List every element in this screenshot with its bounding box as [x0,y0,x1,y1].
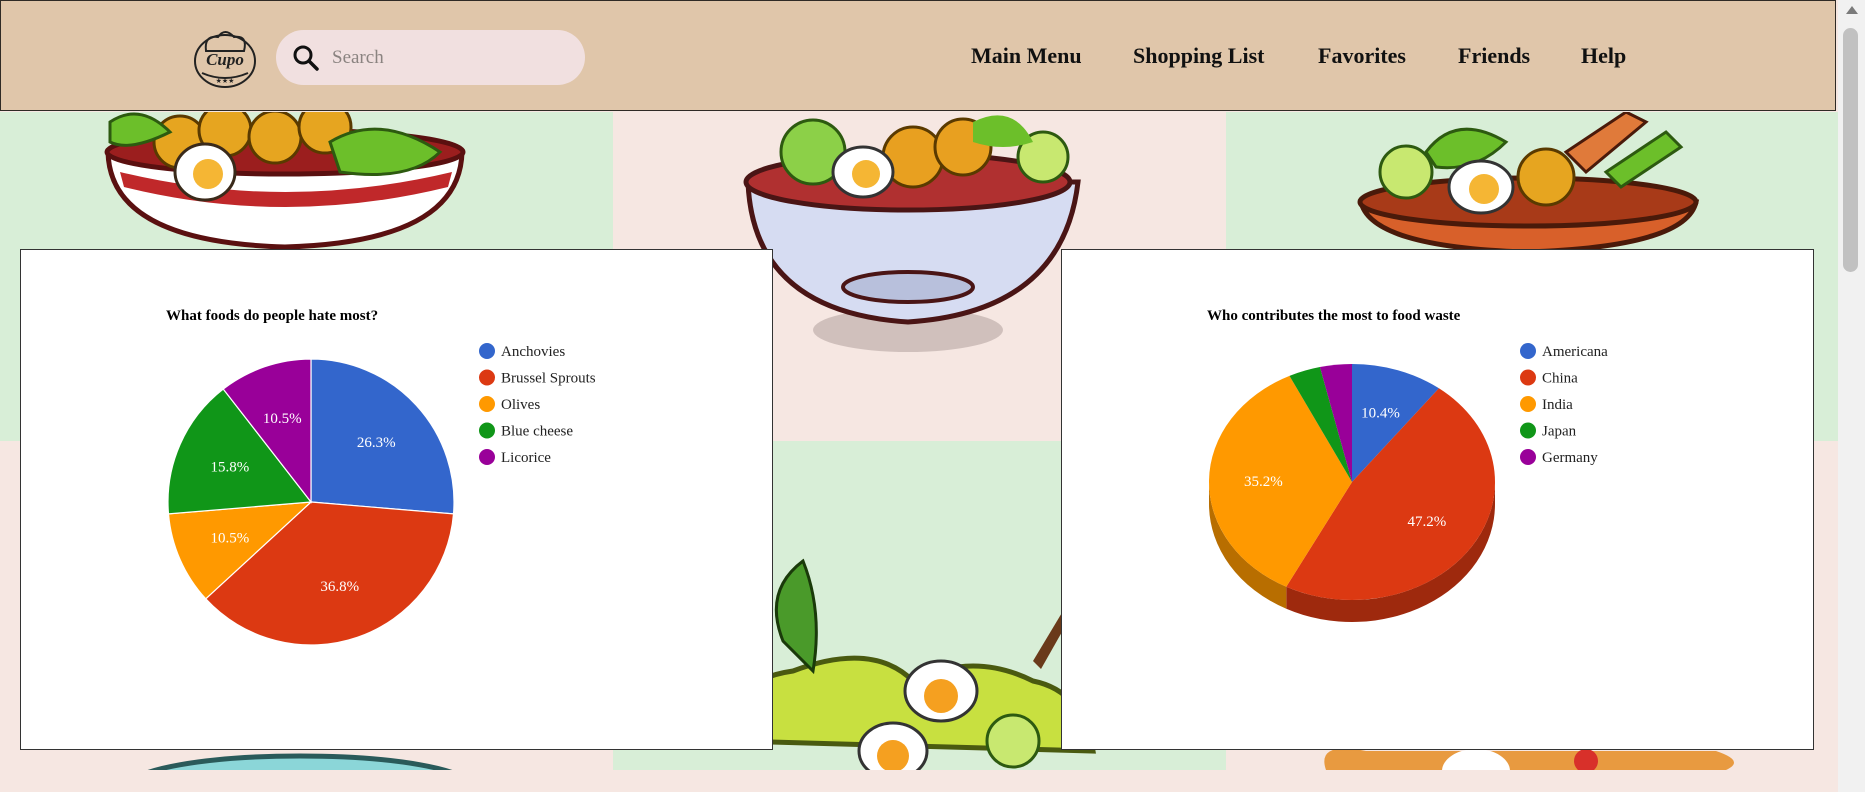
page-scrollbar[interactable] [1838,0,1865,792]
scroll-up-arrow-icon[interactable] [1846,6,1858,14]
cupo-logo[interactable]: Cupo ★★★ [192,25,258,89]
chart-legend: Americana China India Japan Germany [1520,343,1608,466]
search-bar[interactable] [276,30,585,85]
pie-data-label: 47.2% [1407,514,1446,530]
nav-shopping-list[interactable]: Shopping List [1133,43,1264,69]
legend-label: Blue cheese [501,424,573,440]
legend-swatch [1520,369,1536,386]
legend-label: Licorice [501,450,551,466]
pie-data-label: 36.8% [320,579,359,595]
nav-friends[interactable]: Friends [1458,43,1530,69]
food-waste-pie-chart: Who contributes the most to food waste 10… [1207,308,1608,622]
legend-label: Germany [1542,450,1598,466]
chart-card-food-waste: Who contributes the most to food waste 10… [1061,249,1814,750]
legend-label: Brussel Sprouts [501,371,596,387]
legend-swatch [1520,396,1536,412]
scrollbar-thumb[interactable] [1843,28,1858,272]
chart-title: What foods do people hate most? [166,308,378,324]
nav-main-menu[interactable]: Main Menu [971,43,1082,69]
legend-swatch [479,396,495,412]
search-icon[interactable] [292,44,320,72]
legend-swatch [479,449,495,465]
pie-data-label: 10.5% [263,411,302,427]
legend-label: Japan [1542,424,1577,440]
top-navigation-bar: Cupo ★★★ Main Menu Shopping List Favorit… [0,0,1836,111]
pie-data-label: 15.8% [210,459,249,475]
chef-hat-logo-icon: Cupo ★★★ [194,31,256,88]
legend-swatch [1520,449,1536,465]
logo-stars-icon: ★★★ [216,77,235,85]
nav-help[interactable]: Help [1581,43,1626,69]
pie-data-label: 26.3% [357,435,396,451]
chart-title: Who contributes the most to food waste [1207,308,1461,324]
logo-text: Cupo [206,50,244,69]
chart-legend: Anchovies Brussel Sprouts Olives Blue chees… [479,343,596,466]
chart-card-hated-foods: What foods do people hate most? 26.3% 36.8… [20,249,773,750]
nav-favorites[interactable]: Favorites [1318,43,1406,69]
legend-swatch [1520,422,1536,439]
hated-foods-pie-chart: What foods do people hate most? 26.3% 36.8… [166,308,596,646]
legend-swatch [479,422,495,439]
legend-label: India [1542,397,1573,413]
legend-swatch [1520,343,1536,359]
search-input[interactable] [330,42,570,74]
pie-data-label: 35.2% [1244,474,1283,490]
legend-label: China [1542,371,1578,387]
pie-data-label: 10.4% [1361,406,1400,422]
legend-label: Olives [501,397,540,413]
legend-label: Anchovies [501,344,565,360]
legend-label: Americana [1542,344,1608,360]
legend-swatch [479,369,495,386]
pie-data-label: 10.5% [210,531,249,547]
legend-swatch [479,343,495,359]
